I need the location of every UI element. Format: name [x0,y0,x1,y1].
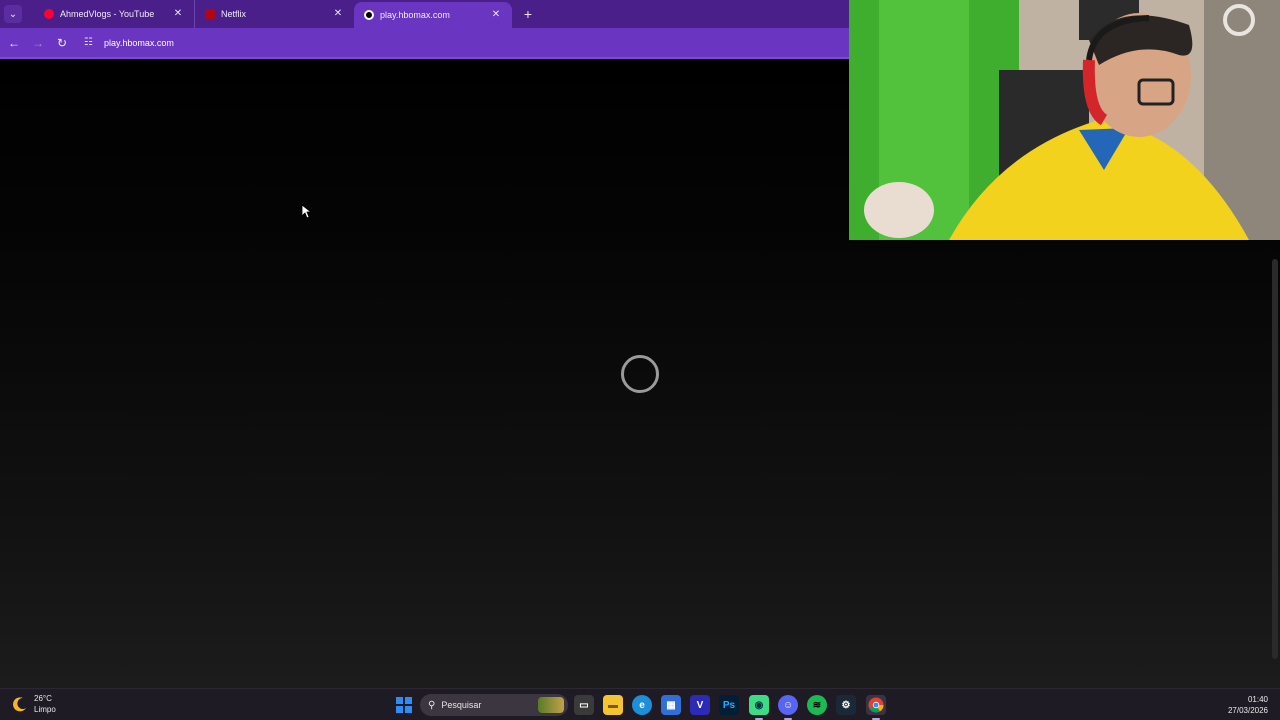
steam-icon[interactable]: ⚙ [836,695,856,715]
address-bar[interactable]: ☷ play.hbomax.com [78,31,838,54]
moon-icon [13,697,26,712]
forward-button[interactable]: → [28,33,48,53]
weather-temperature: 26°C [34,694,52,703]
new-tab-button[interactable]: + [518,4,538,24]
desktop-screen: ⌄ AhmedVlogs - YouTube ✕ Netflix ✕ play.… [0,0,1280,720]
weather-widget[interactable]: 26°C Limpo [12,693,56,715]
address-text: play.hbomax.com [104,37,174,48]
close-icon[interactable]: ✕ [490,9,502,21]
tab-title: AhmedVlogs - YouTube [60,9,155,19]
plus-icon: + [523,6,533,22]
tab-title: Netflix [221,9,247,19]
windows-start-button[interactable] [396,697,412,713]
search-highlight-image [538,697,564,713]
chrome-icon[interactable] [866,695,886,720]
search-icon: ⚲ [428,699,436,711]
clock-date: 27/03/2026 [1227,706,1268,715]
tab-youtube[interactable]: AhmedVlogs - YouTube ✕ [34,0,194,28]
webcam-overlay [849,0,1280,240]
tab-search-button[interactable]: ⌄ [4,5,22,23]
system-clock[interactable]: 01:40 27/03/2026 [1228,694,1268,716]
netflix-icon [205,9,215,19]
tab-title: play.hbomax.com [380,10,450,20]
discord-icon[interactable]: ☺ [778,695,798,720]
clock-time: 01:40 [1247,695,1268,704]
store-icon[interactable]: ▦ [661,695,681,715]
spotify-icon[interactable]: ≋ [807,695,827,715]
tab-netflix[interactable]: Netflix ✕ [194,0,354,28]
search-placeholder: Pesquisar [441,700,482,710]
arrow-right-icon: → [32,35,44,50]
arrow-left-icon: ← [8,35,20,50]
weather-condition: Limpo [34,705,56,714]
photoshop-icon[interactable]: Ps [719,695,739,715]
windows-taskbar: 26°C Limpo ⚲ Pesquisar ▭ ▬ e ▦ V Ps ◉ ☺ … [0,688,1280,720]
page-scrollbar[interactable] [1272,259,1278,659]
close-icon[interactable]: ✕ [172,8,184,20]
mouse-cursor-icon [302,205,312,219]
chevron-down-icon: ⌄ [8,8,18,20]
youtube-icon [44,9,54,19]
android-studio-icon[interactable]: ◉ [749,695,769,720]
edge-icon[interactable]: e [632,695,652,715]
file-explorer-icon[interactable]: ▬ [603,695,623,715]
taskbar-search-box[interactable]: ⚲ Pesquisar [420,694,568,716]
close-icon[interactable]: ✕ [332,8,344,20]
tab-hbomax[interactable]: play.hbomax.com ✕ [354,2,512,28]
site-info-icon[interactable]: ☷ [84,37,98,48]
back-button[interactable]: ← [4,33,24,53]
reload-button[interactable]: ↻ [52,33,72,53]
reload-icon: ↻ [56,35,68,50]
hbomax-icon [364,10,374,20]
task-view-icon[interactable]: ▭ [574,695,594,715]
vegas-icon[interactable]: V [690,695,710,715]
loading-spinner-icon [621,355,659,393]
